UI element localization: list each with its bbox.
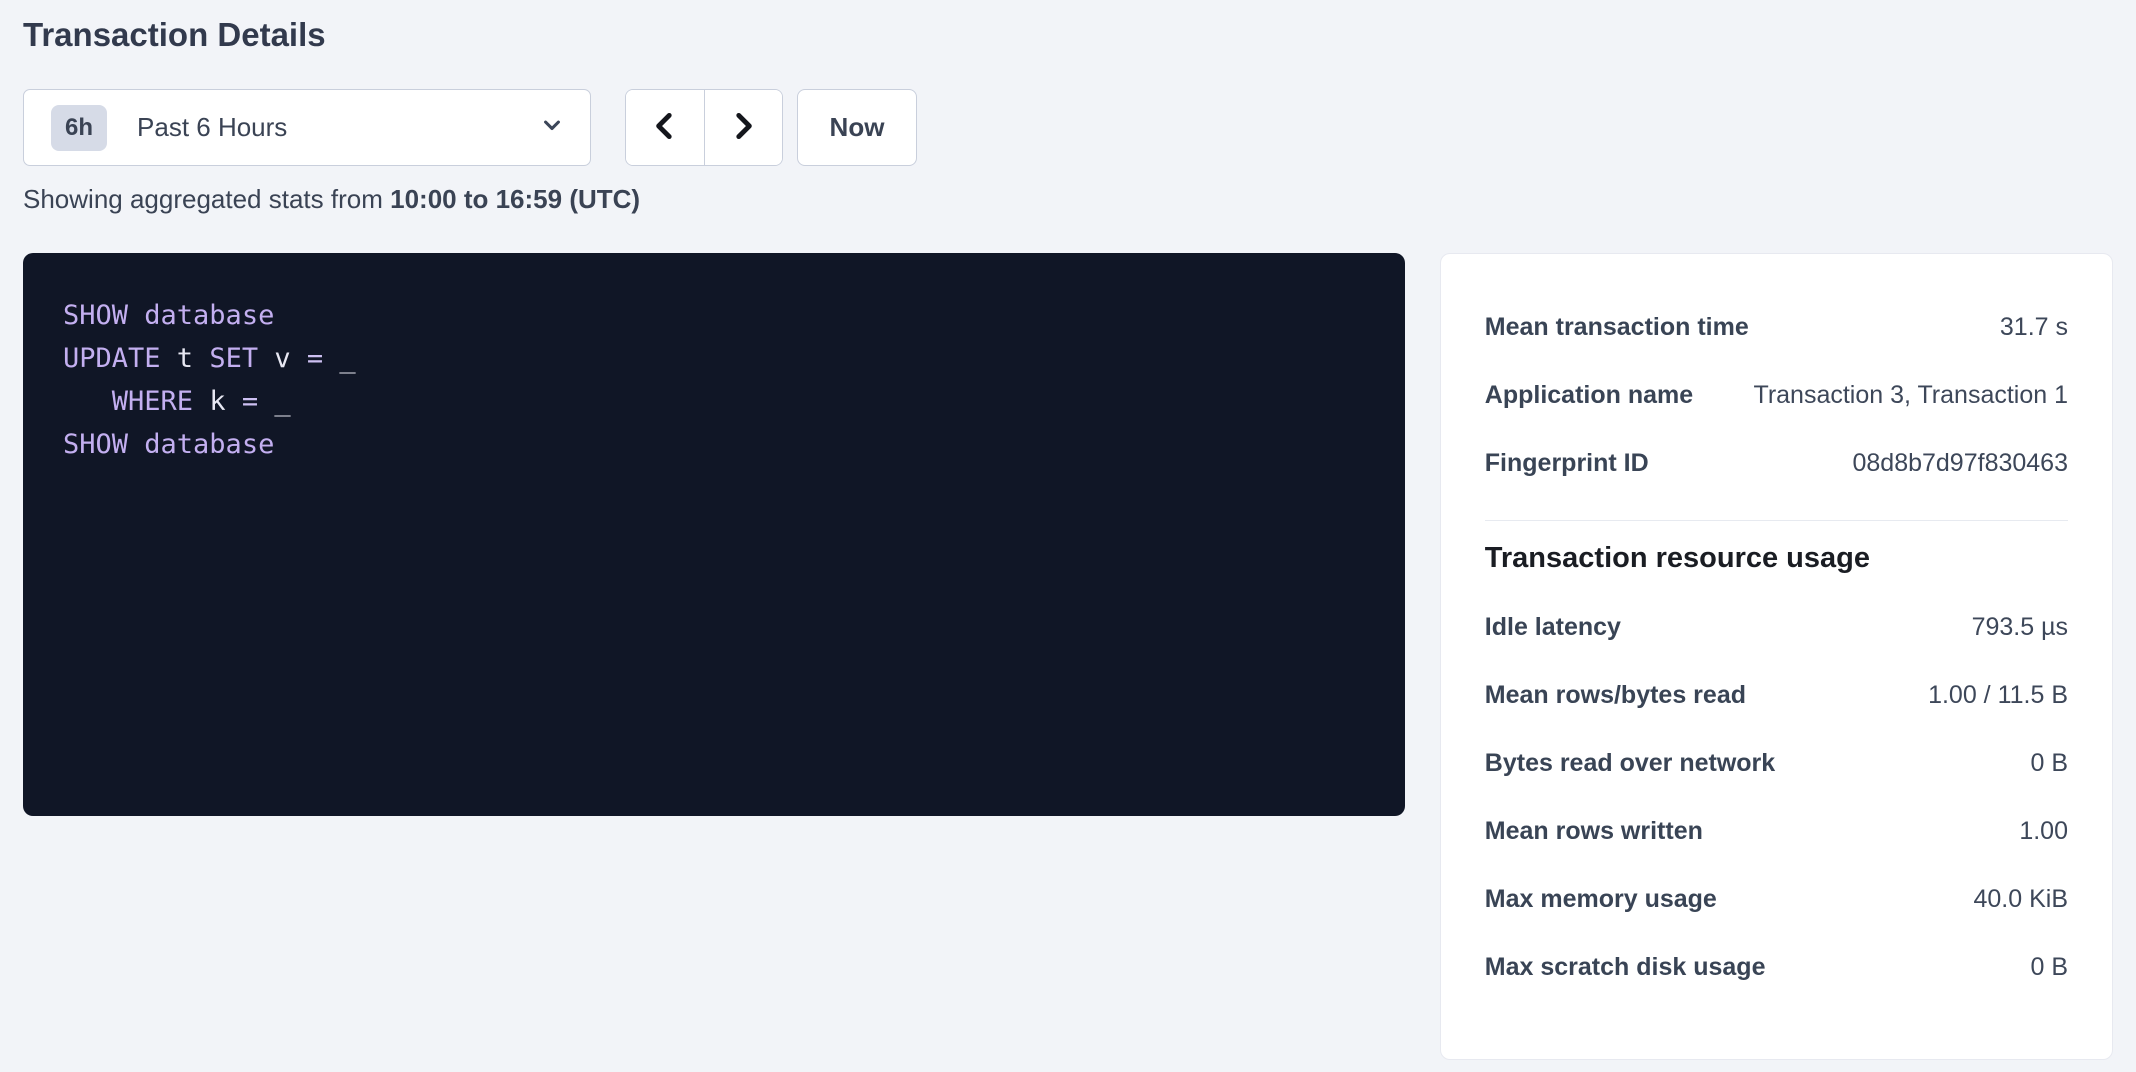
sql-line: UPDATE t SET v = _ [63,337,1365,380]
stat-value: 0 B [2030,749,2068,778]
time-controls: 6h Past 6 Hours [23,89,2113,166]
page-title: Transaction Details [23,14,2113,56]
stat-row: Max scratch disk usage 0 B [1485,933,2068,1001]
stat-label: Bytes read over network [1485,749,1795,778]
stat-label: Max scratch disk usage [1485,953,1786,982]
content-area: SHOW databaseUPDATE t SET v = _ WHERE k … [23,253,2113,1060]
stat-label: Idle latency [1485,613,1641,642]
stat-label: Application name [1485,381,1713,410]
stat-label: Mean transaction time [1485,313,1769,342]
chevron-left-icon [648,109,682,146]
aggregated-stats-caption: Showing aggregated stats from 10:00 to 1… [23,182,2113,216]
stat-label: Fingerprint ID [1485,449,1669,478]
time-step-button-group [625,89,783,166]
chevron-down-icon [538,111,566,144]
stat-value: Transaction 3, Transaction 1 [1753,381,2068,410]
caption-time-range: 10:00 to 16:59 (UTC) [390,184,640,214]
stat-row: Mean rows written 1.00 [1485,797,2068,865]
stat-value: 1.00 / 11.5 B [1928,681,2068,710]
stat-row: Mean rows/bytes read 1.00 / 11.5 B [1485,661,2068,729]
stat-row: Max memory usage 40.0 KiB [1485,865,2068,933]
stat-row: Fingerprint ID 08d8b7d97f830463 [1485,429,2068,497]
sql-line: SHOW database [63,294,1365,337]
resource-usage-heading: Transaction resource usage [1485,539,2068,577]
stat-label: Mean rows/bytes read [1485,681,1766,710]
stat-value: 40.0 KiB [1973,885,2068,914]
stat-value: 1.00 [2019,817,2068,846]
stat-label: Mean rows written [1485,817,1723,846]
transaction-summary-card: Mean transaction time 31.7 s Application n… [1440,253,2113,1060]
stat-row: Mean transaction time 31.7 s [1485,293,2068,361]
caption-prefix: Showing aggregated stats from [23,184,390,214]
sql-line: SHOW database [63,423,1365,466]
stat-value: 31.7 s [2000,313,2068,342]
time-range-label: Past 6 Hours [137,112,538,143]
sql-statement: SHOW databaseUPDATE t SET v = _ WHERE k … [63,294,1365,466]
transaction-details-page: Transaction Details 6h Past 6 Hours [0,0,2136,1060]
card-divider [1485,520,2068,521]
stat-row: Bytes read over network 0 B [1485,729,2068,797]
stat-row: Idle latency 793.5 µs [1485,593,2068,661]
stat-value: 0 B [2030,953,2068,982]
stat-value: 793.5 µs [1972,613,2068,642]
previous-interval-button[interactable] [626,90,704,165]
chevron-right-icon [726,109,760,146]
stat-row: Application name Transaction 3, Transacti… [1485,361,2068,429]
resource-rows: Idle latency 793.5 µs Mean rows/bytes read… [1485,593,2068,1001]
now-button[interactable]: Now [797,89,917,166]
summary-rows: Mean transaction time 31.7 s Application n… [1485,293,2068,497]
sql-line: WHERE k = _ [63,380,1365,423]
stat-label: Max memory usage [1485,885,1737,914]
time-range-select[interactable]: 6h Past 6 Hours [23,89,591,166]
sql-statement-box: SHOW databaseUPDATE t SET v = _ WHERE k … [23,253,1405,816]
time-range-badge: 6h [51,105,107,151]
stat-value: 08d8b7d97f830463 [1852,449,2068,478]
next-interval-button[interactable] [704,90,783,165]
